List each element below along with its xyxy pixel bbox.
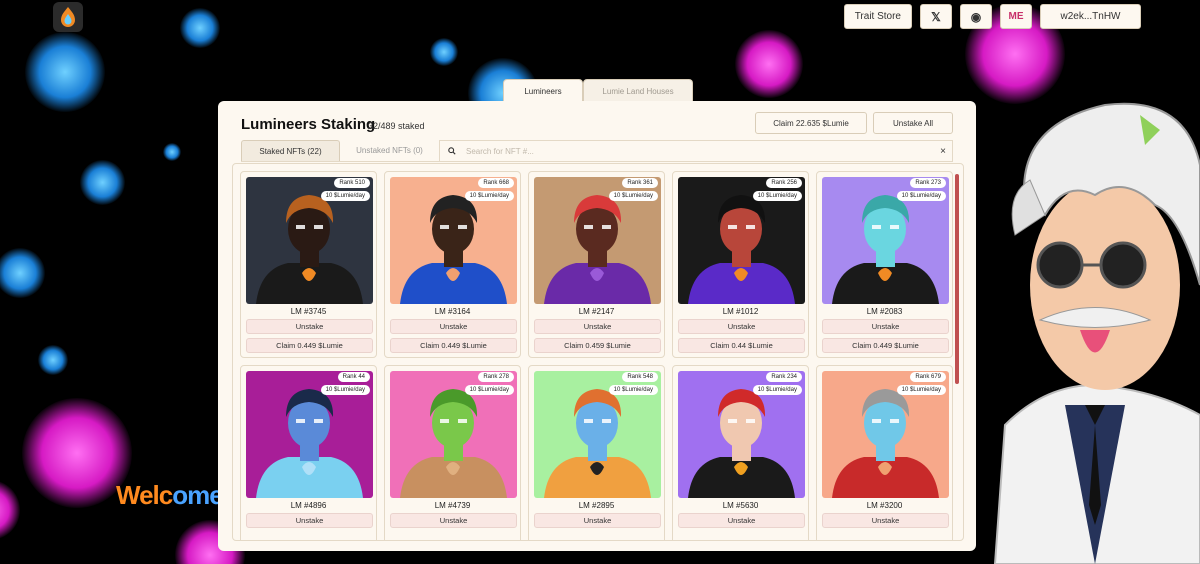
claim-button[interactable]: Claim 0.459 $Lumie: [534, 338, 661, 353]
rate-badge: 10 $Lumie/day: [752, 385, 802, 395]
rate-badge: 10 $Lumie/day: [464, 385, 514, 395]
staking-panel: Lumineers Staking 32/489 staked Claim 22…: [218, 101, 976, 551]
nft-name: LM #3200: [866, 501, 903, 510]
staked-count: 32/489 staked: [368, 121, 425, 131]
nft-card: Rank 361 10 $Lumie/day LM #2147 Unstake …: [528, 171, 665, 358]
search-icon: [448, 147, 456, 155]
claim-button[interactable]: Claim 0.449 $Lumie: [822, 338, 949, 353]
unstake-button[interactable]: Unstake: [246, 513, 373, 528]
nft-card: Rank 679 10 $Lumie/day LM #3200 Unstake: [816, 365, 953, 540]
rate-badge: 10 $Lumie/day: [320, 385, 370, 395]
orb: [0, 248, 45, 298]
wallet-button[interactable]: w2ek...TnHW: [1040, 4, 1141, 29]
rank-badge: Rank 679: [910, 372, 946, 382]
rate-badge: 10 $Lumie/day: [896, 385, 946, 395]
welcome-part-1: Welc: [116, 480, 173, 510]
nft-card: Rank 44 10 $Lumie/day LM #4896 Unstake: [240, 365, 377, 540]
nft-card: Rank 548 10 $Lumie/day LM #2895 Unstake: [528, 365, 665, 540]
tab-lumie-land-houses[interactable]: Lumie Land Houses: [583, 79, 693, 102]
unstake-button[interactable]: Unstake: [390, 513, 517, 528]
discord-icon[interactable]: ◉: [960, 4, 992, 29]
nft-name: LM #1012: [722, 307, 759, 316]
top-nav: Trait Store 𝕏 ◉ ME w2ek...TnHW: [843, 4, 1141, 29]
unstake-button[interactable]: Unstake: [678, 513, 805, 528]
nft-card: Rank 278 10 $Lumie/day LM #4739 Unstake: [384, 365, 521, 540]
rank-badge: Rank 278: [478, 372, 514, 382]
search-input[interactable]: [464, 145, 908, 157]
claim-button[interactable]: Claim 0.449 $Lumie: [246, 338, 373, 353]
unstake-button[interactable]: Unstake: [534, 319, 661, 334]
nft-name: LM #3164: [434, 307, 471, 316]
rank-badge: Rank 361: [622, 178, 658, 188]
welcome-part-2: ome: [172, 480, 223, 510]
claim-all-button[interactable]: Claim 22.635 $Lumie: [755, 112, 867, 134]
tab-unstaked-nfts[interactable]: Unstaked NFTs (0): [340, 140, 439, 161]
mascot-character: [993, 102, 1200, 564]
welcome-text: Welcome: [116, 480, 224, 511]
nft-grid-container: Rank 510 10 $Lumie/day LM #3745 Unstake …: [232, 163, 964, 541]
rank-badge: Rank 548: [622, 372, 658, 382]
unstake-button[interactable]: Unstake: [390, 319, 517, 334]
unstake-button[interactable]: Unstake: [534, 513, 661, 528]
orb: [163, 143, 181, 161]
tab-lumineers[interactable]: Lumineers: [503, 79, 583, 102]
claim-button[interactable]: Claim 0.44 $Lumie: [678, 338, 805, 353]
rank-badge: Rank 234: [766, 372, 802, 382]
scrollbar[interactable]: [955, 174, 959, 384]
trait-store-button[interactable]: Trait Store: [843, 4, 912, 29]
nft-name: LM #4896: [290, 501, 327, 510]
claim-button[interactable]: Claim 0.449 $Lumie: [390, 338, 517, 353]
rate-badge: 10 $Lumie/day: [608, 385, 658, 395]
nft-grid: Rank 510 10 $Lumie/day LM #3745 Unstake …: [240, 171, 953, 540]
flame-icon: [61, 7, 75, 27]
tab-staked-nfts[interactable]: Staked NFTs (22): [241, 140, 340, 161]
nft-name: LM #2895: [578, 501, 615, 510]
nft-filter-tabs: Staked NFTs (22) Unstaked NFTs (0) ×: [241, 140, 953, 162]
nft-card: Rank 668 10 $Lumie/day LM #3164 Unstake …: [384, 171, 521, 358]
orb: [25, 32, 105, 112]
rate-badge: 10 $Lumie/day: [464, 191, 514, 201]
rate-badge: 10 $Lumie/day: [608, 191, 658, 201]
nft-name: LM #2083: [866, 307, 903, 316]
rank-badge: Rank 44: [337, 372, 370, 382]
rate-badge: 10 $Lumie/day: [320, 191, 370, 201]
rate-badge: 10 $Lumie/day: [896, 191, 946, 201]
rank-badge: Rank 668: [478, 178, 514, 188]
nft-name: LM #4739: [434, 501, 471, 510]
nft-name: LM #2147: [578, 307, 615, 316]
rank-badge: Rank 256: [766, 178, 802, 188]
orb: [430, 38, 458, 66]
nft-card: Rank 256 10 $Lumie/day LM #1012 Unstake …: [672, 171, 809, 358]
unstake-button[interactable]: Unstake: [678, 319, 805, 334]
unstake-button[interactable]: Unstake: [246, 319, 373, 334]
nft-card: Rank 234 10 $Lumie/day LM #5630 Unstake: [672, 365, 809, 540]
orb: [180, 8, 220, 48]
app-logo[interactable]: [53, 2, 83, 32]
nft-name: LM #5630: [722, 501, 759, 510]
orb: [0, 480, 20, 540]
nft-card: Rank 273 10 $Lumie/day LM #2083 Unstake …: [816, 171, 953, 358]
unstake-button[interactable]: Unstake: [822, 513, 949, 528]
search-bar: ×: [439, 140, 953, 161]
nft-card: Rank 510 10 $Lumie/day LM #3745 Unstake …: [240, 171, 377, 358]
nft-name: LM #3745: [290, 307, 327, 316]
unstake-all-button[interactable]: Unstake All: [873, 112, 953, 134]
page-title: Lumineers Staking: [241, 116, 376, 133]
rate-badge: 10 $Lumie/day: [752, 191, 802, 201]
orb: [80, 160, 125, 205]
rank-badge: Rank 273: [910, 178, 946, 188]
unstake-button[interactable]: Unstake: [822, 319, 949, 334]
clear-icon[interactable]: ×: [940, 146, 946, 157]
orb: [735, 30, 803, 98]
orb: [38, 345, 68, 375]
collection-tabs: Lumineers Lumie Land Houses: [503, 79, 693, 102]
magiceden-icon[interactable]: ME: [1000, 4, 1032, 29]
x-logo-icon[interactable]: 𝕏: [920, 4, 952, 29]
rank-badge: Rank 510: [334, 178, 370, 188]
